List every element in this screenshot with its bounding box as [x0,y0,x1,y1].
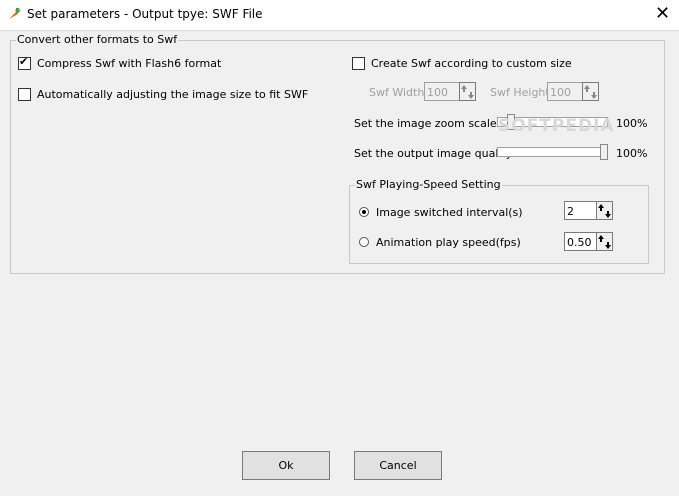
compress-checkbox[interactable] [18,55,31,70]
swf-width-input[interactable]: 100 [424,82,460,101]
speed-group [349,185,649,264]
fps-label[interactable]: Animation play speed(fps) [376,236,521,249]
convert-group-legend: Convert other formats to Swf [16,33,179,46]
swf-height-label: Swf Height [490,86,550,99]
interval-spinner[interactable] [596,201,613,220]
swf-height-spinner[interactable] [582,82,599,101]
auto-adjust-label[interactable]: Automatically adjusting the image size t… [37,88,308,101]
swf-height-input[interactable]: 100 [547,82,583,101]
swf-width-label: Swf Width [369,86,425,99]
auto-adjust-checkbox[interactable] [18,88,31,101]
interval-input[interactable]: 2 [564,201,597,220]
spin-arrows-icon [461,85,474,99]
close-icon: ✕ [654,3,671,24]
spin-arrows-icon [598,204,611,218]
close-button[interactable]: ✕ [646,0,679,30]
window-title: Set parameters - Output tpye: SWF File [27,7,263,21]
spin-arrows-icon [584,85,597,99]
zoom-value: 100% [616,117,648,130]
custom-size-checkbox[interactable] [352,57,365,70]
quality-label: Set the output image quality [354,147,513,160]
fps-input[interactable]: 0.50 [564,232,597,251]
cancel-button[interactable]: Cancel [354,451,442,480]
fps-radio[interactable] [359,237,369,247]
interval-radio[interactable] [359,207,369,217]
compress-label[interactable]: Compress Swf with Flash6 format [37,57,221,70]
softpedia-watermark: SOFTPEDIA [498,116,615,136]
speed-group-legend: Swf Playing-Speed Setting [355,178,502,191]
interval-label[interactable]: Image switched interval(s) [376,206,523,219]
quality-slider-track[interactable] [497,147,608,157]
quality-value: 100% [616,147,648,160]
custom-size-label[interactable]: Create Swf according to custom size [371,57,572,70]
ok-button[interactable]: Ok [242,451,330,480]
fps-spinner[interactable] [596,232,613,251]
carrot-app-icon [9,7,21,19]
swf-width-spinner[interactable] [459,82,476,101]
quality-slider-thumb[interactable] [600,144,608,160]
title-bar: Set parameters - Output tpye: SWF File ✕ [0,0,679,31]
spin-arrows-icon [598,235,611,249]
zoom-label: Set the image zoom scale [354,117,497,130]
